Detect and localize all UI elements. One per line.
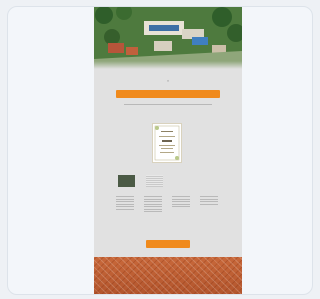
cta-banner-button[interactable] bbox=[116, 90, 220, 98]
intro-subtitle-lines bbox=[124, 104, 212, 105]
logo-mark: ✦ bbox=[166, 79, 170, 83]
info-column-3 bbox=[170, 194, 192, 209]
footer-cta-button[interactable] bbox=[146, 240, 190, 248]
hero-image bbox=[94, 7, 242, 69]
info-column-1 bbox=[114, 194, 136, 211]
info-column-2 bbox=[142, 194, 164, 214]
hero-fade bbox=[94, 61, 242, 69]
venue-thumbnail[interactable] bbox=[118, 175, 135, 187]
email-page-preview[interactable]: ✦ bbox=[94, 7, 242, 294]
preview-card: ✦ bbox=[7, 6, 313, 295]
resort-aerial-illustration bbox=[94, 7, 242, 69]
footer-roof-image bbox=[94, 257, 242, 294]
info-column-4 bbox=[198, 194, 220, 206]
invitation-card bbox=[152, 123, 182, 163]
invitation-flourish bbox=[154, 125, 180, 161]
document-thumbnail[interactable] bbox=[146, 175, 163, 187]
